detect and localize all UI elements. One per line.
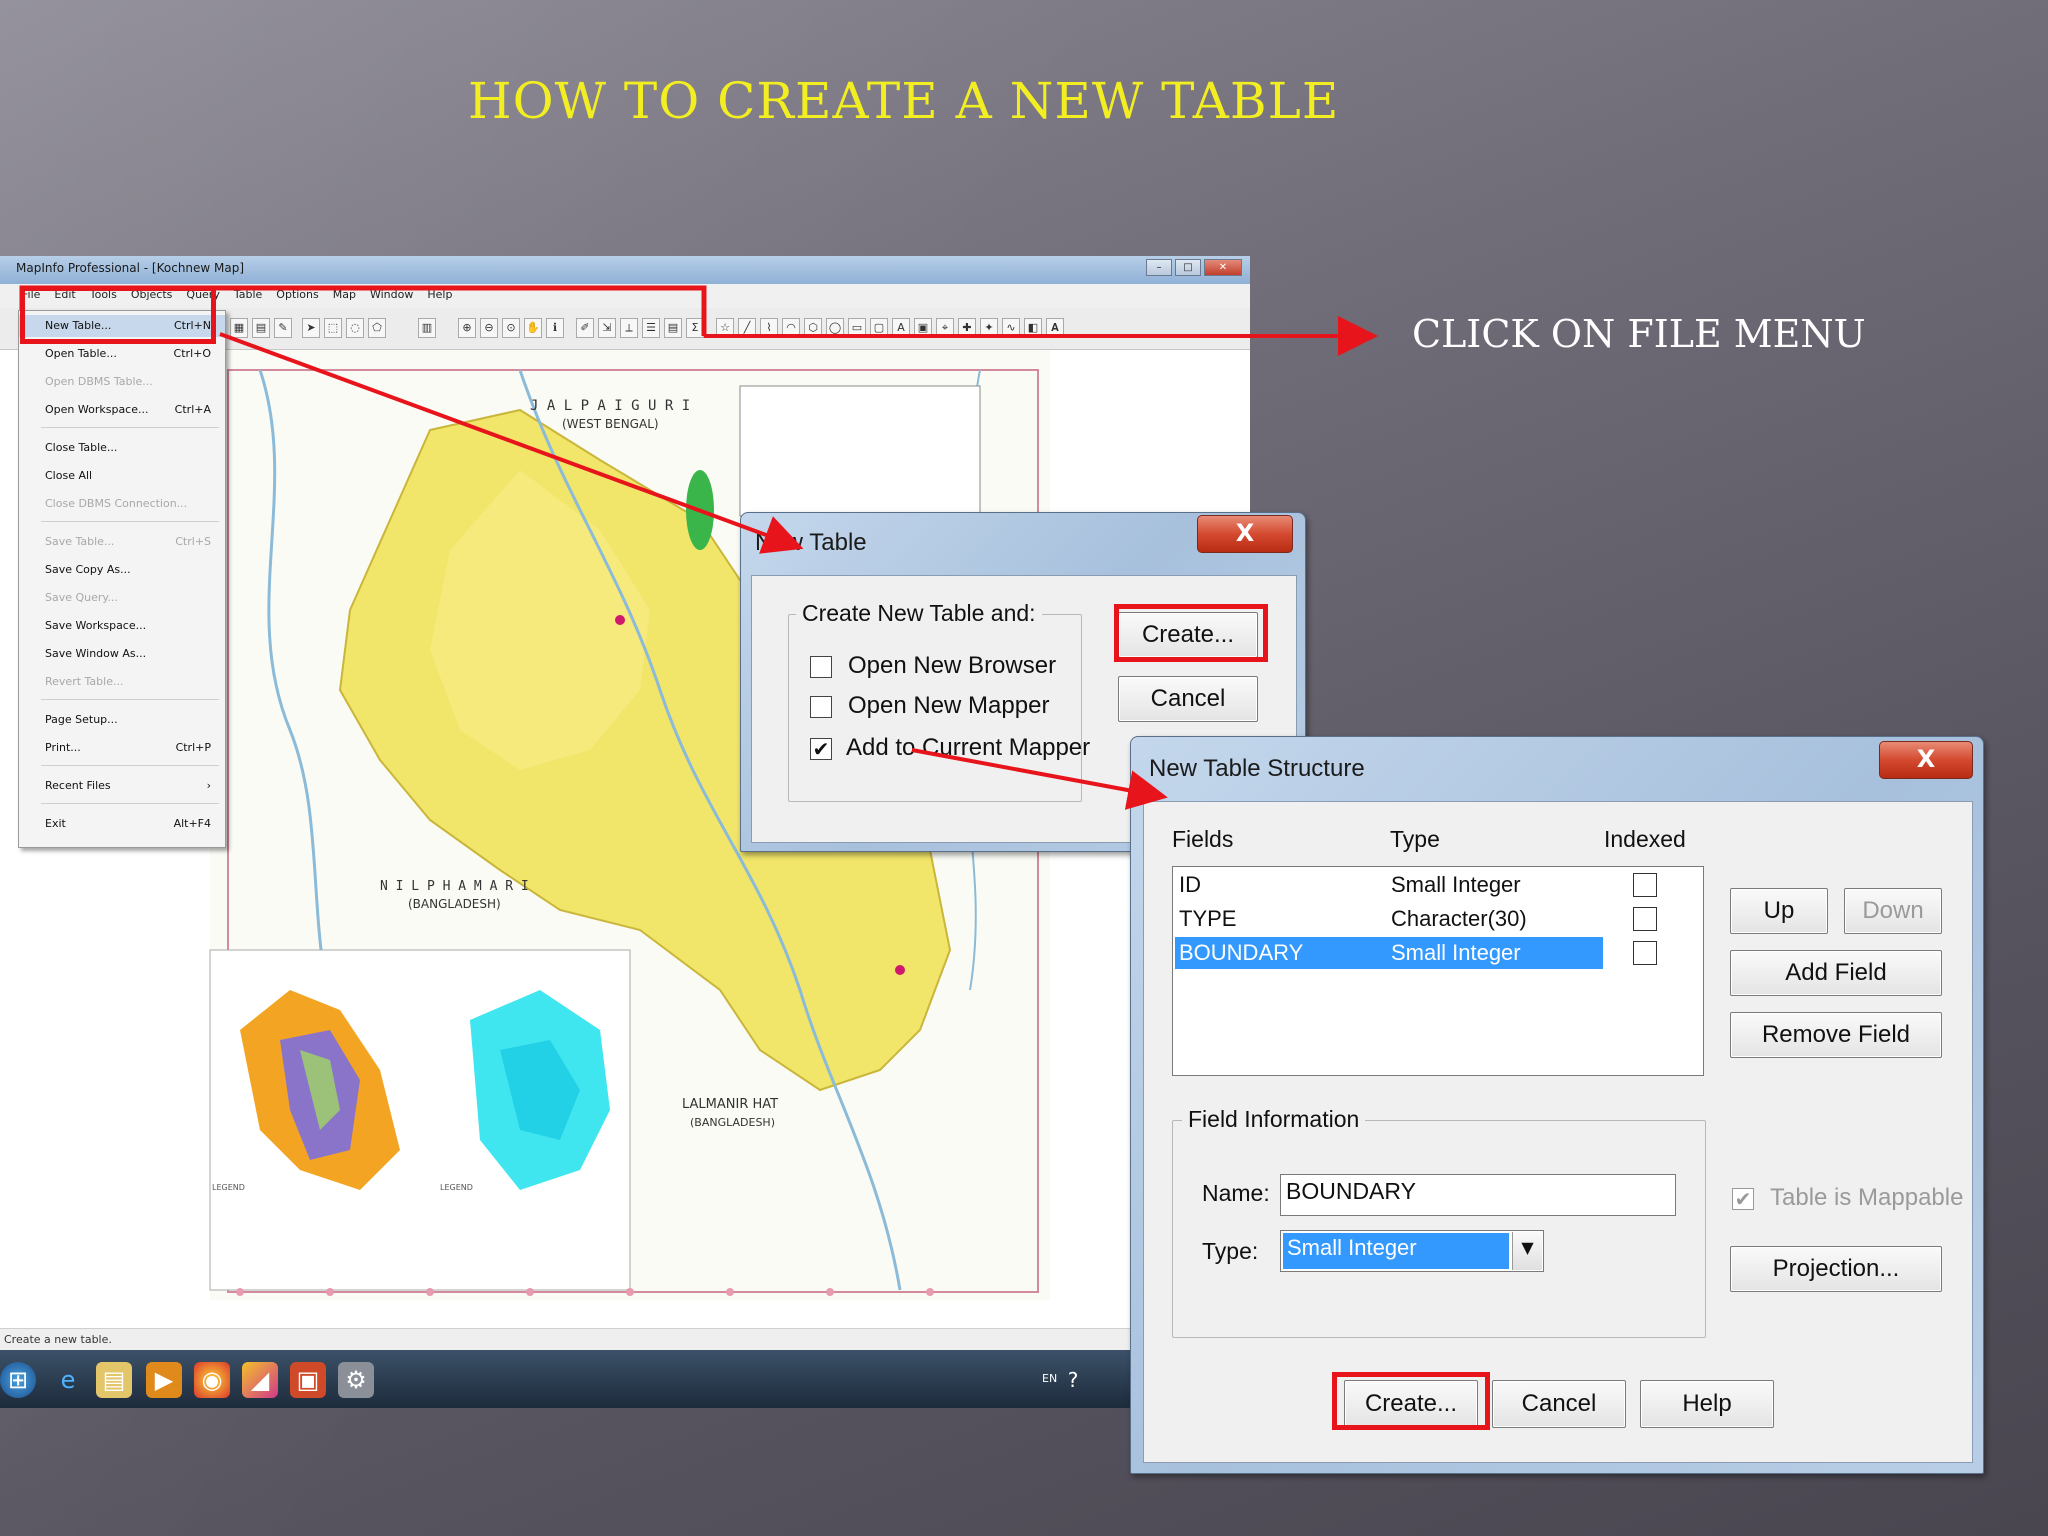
arrow-to-structure-dialog — [911, 748, 1168, 810]
arrow-to-new-table-dialog — [219, 332, 804, 554]
annotation-arrows — [219, 316, 1378, 810]
